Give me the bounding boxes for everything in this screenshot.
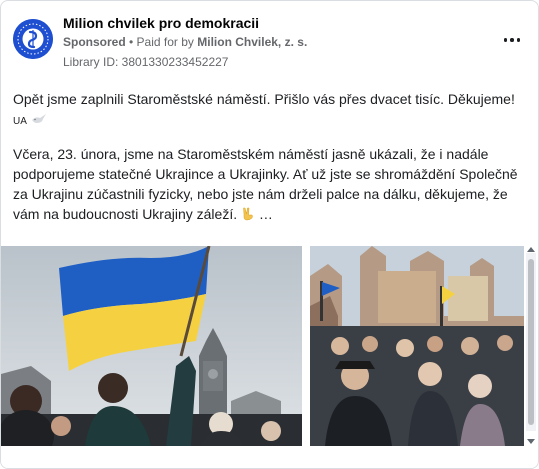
rally-crowd-photo: [310, 246, 524, 446]
paid-for-prefix: Paid for by: [136, 35, 198, 49]
paragraph-1-text: Opět jsme zaplnili Staroměstské náměstí.…: [13, 91, 515, 107]
milion-chvilek-logo-icon: [13, 19, 53, 59]
carousel-image-2[interactable]: [310, 246, 524, 446]
sponsored-meta: Sponsored • Paid for by Milion Chvilek, …: [63, 35, 307, 49]
victory-hand-icon: [243, 207, 253, 221]
see-more-link[interactable]: …: [259, 206, 273, 222]
carousel-image-1[interactable]: [1, 246, 302, 446]
sponsored-label: Sponsored: [63, 35, 126, 49]
more-horizontal-icon: [503, 38, 508, 42]
body-paragraph-2: Včera, 23. února, jsme na Staroměstském …: [13, 144, 525, 224]
page-avatar[interactable]: [13, 19, 53, 59]
scroll-down-arrow-icon[interactable]: [527, 439, 535, 445]
more-dot: [510, 38, 514, 42]
scrollbar-thumb[interactable]: [528, 259, 534, 425]
page-name[interactable]: Milion chvilek pro demokracii: [63, 15, 259, 31]
ua-flag-label: UA: [13, 116, 27, 127]
paid-for-entity[interactable]: Milion Chvilek, z. s.: [197, 35, 307, 49]
more-options-button[interactable]: [498, 31, 526, 49]
meta-separator: •: [125, 35, 137, 49]
card-footer: [1, 446, 538, 468]
ad-header: Milion chvilek pro demokracii Sponsored …: [13, 13, 526, 73]
more-dot: [516, 38, 521, 42]
library-id: Library ID: 3801330233452227: [63, 55, 229, 69]
scroll-up-arrow-icon[interactable]: [527, 246, 535, 252]
body-paragraph-1: Opět jsme zaplnili Staroměstské náměstí.…: [13, 89, 525, 132]
image-carousel: [1, 246, 538, 446]
ad-body-text: Opět jsme zaplnili Staroměstské náměstí.…: [13, 89, 525, 236]
rally-flag-photo: [1, 246, 302, 446]
dove-icon: [31, 114, 46, 123]
ad-card: Milion chvilek pro demokracii Sponsored …: [0, 0, 539, 469]
